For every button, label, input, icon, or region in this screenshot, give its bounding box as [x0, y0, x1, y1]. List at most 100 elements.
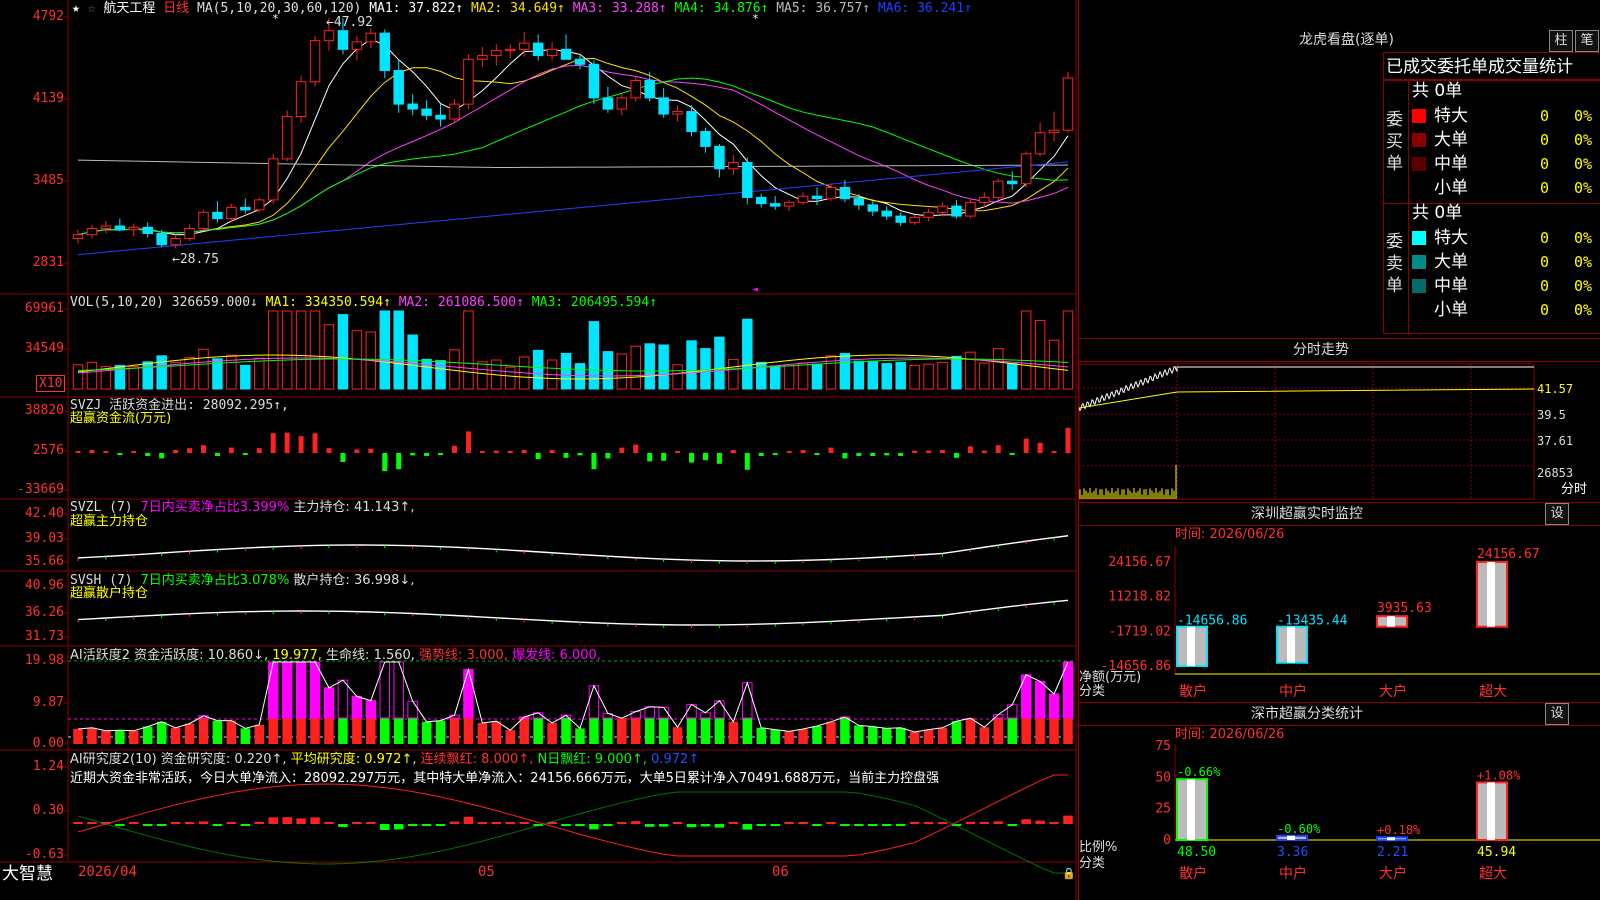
classify-y-tick: 50 — [1155, 770, 1171, 785]
y-tick-label: 19.98 — [24, 653, 64, 668]
order-percent: 0% — [1574, 131, 1593, 149]
candle-body — [100, 225, 112, 230]
activity-bar-top — [407, 700, 418, 719]
classify-delta: +0.18% — [1377, 823, 1421, 837]
y-tick-label: 34549 — [24, 341, 64, 356]
intraday-chart[interactable] — [1079, 362, 1600, 507]
y-tick-label: 31.73 — [24, 629, 64, 644]
candle-body — [769, 203, 781, 207]
activity-bar — [101, 730, 111, 744]
volume-bar — [783, 365, 795, 390]
period-label[interactable]: 日线 — [163, 1, 189, 16]
star-icon[interactable]: ★ — [72, 1, 80, 16]
research-bar — [366, 822, 376, 824]
candle-body — [365, 32, 377, 43]
activity-bar — [198, 718, 209, 744]
order-size-label: 大单 — [1434, 252, 1468, 272]
y-tick-label: 9.87 — [32, 695, 64, 710]
activity-bar — [407, 718, 418, 744]
activity-bar — [561, 718, 571, 744]
research-bar — [338, 824, 348, 827]
ai-research-note: 近期大资金非常活跃，今日大单净流入：28092.297万元，其中特大单净流入：2… — [70, 771, 940, 786]
fund-flow-bar — [591, 453, 597, 470]
research-bar — [129, 822, 139, 824]
fund-flow-bar — [605, 453, 611, 459]
candle-body — [686, 111, 697, 132]
y-tick-label: 0.00 — [32, 736, 64, 751]
activity-bar — [240, 728, 251, 744]
candle-body — [295, 81, 307, 118]
research-bar — [198, 821, 209, 824]
candle-body — [449, 103, 460, 120]
holding-main-line — [77, 535, 1069, 562]
candle-body — [226, 206, 237, 220]
activity-bar — [324, 718, 334, 744]
x-label-jun: 06 — [772, 864, 789, 880]
volume-bar — [574, 363, 586, 390]
research-bar — [812, 824, 822, 826]
research-bar — [296, 818, 306, 824]
ma60-line — [77, 159, 1069, 169]
fund-flow-bar — [800, 450, 806, 453]
research-bar — [449, 821, 460, 824]
classify-bar-highlight — [1487, 782, 1495, 840]
activity-bar — [449, 718, 460, 744]
vol-ma-value-2: MA2: 261086.500↑ — [390, 295, 524, 310]
activity-bar — [463, 718, 474, 744]
ma-values: MA1: 37.822↑ MA2: 34.649↑ MA3: 33.288↑ M… — [369, 1, 972, 16]
intraday-y-tick: 26853 — [1537, 466, 1574, 480]
fund-flow-bar — [173, 450, 179, 453]
candle-body — [435, 114, 446, 120]
activity-bar — [589, 718, 599, 744]
research-bar — [993, 821, 1004, 824]
candle-body — [867, 204, 879, 212]
research-bar — [1049, 822, 1059, 824]
fund-flow-bar — [772, 453, 778, 455]
volume-bar — [449, 349, 460, 390]
activity-bar — [756, 727, 766, 744]
candle-body — [254, 199, 265, 211]
monitor-settings-button[interactable]: 设 — [1545, 503, 1569, 525]
activity-bar — [366, 718, 376, 744]
classify-bar-highlight — [1187, 779, 1195, 840]
classify-settings-button[interactable]: 设 — [1545, 703, 1569, 725]
ma-params: MA(5,10,20,30,60,120) — [197, 1, 362, 16]
activity-bar — [644, 718, 655, 744]
activity-bar-top — [337, 679, 349, 719]
candle-body — [421, 108, 432, 116]
chart-area[interactable]: ◄ * * ★ ☆ 航天工程 日线 MA(5,10,20,30,60,120) MA… — [0, 0, 1078, 900]
volume-bar — [379, 310, 391, 390]
y-tick-label: 38820 — [24, 403, 64, 418]
classify-y-tick: 25 — [1155, 802, 1171, 817]
fund-flow-bar — [689, 453, 695, 463]
research-bar — [1063, 815, 1073, 824]
volume-bar — [407, 334, 418, 390]
activity-line — [77, 661, 1069, 733]
volume-bar — [839, 352, 851, 390]
candle-body — [909, 216, 920, 223]
classify-delta: +1.08% — [1477, 768, 1521, 782]
fund-flow-bar — [535, 453, 541, 459]
fund-flow-bar — [1051, 451, 1057, 453]
candle-body — [156, 233, 167, 246]
intraday-price-line — [1079, 365, 1534, 412]
activity-bar-top — [463, 669, 474, 719]
bar-view-button[interactable]: 柱 — [1549, 30, 1573, 52]
fund-flow-bar — [438, 453, 444, 455]
research-bar — [184, 822, 195, 824]
legend-swatch — [1412, 231, 1426, 245]
candle-body — [755, 196, 767, 205]
fund-flow-bar — [75, 451, 81, 453]
tick-view-button[interactable]: 笔 — [1575, 30, 1599, 52]
activity-bar — [840, 718, 850, 744]
classify-category: 大户 — [1379, 865, 1407, 882]
monitor-category-label: 分类 — [1079, 684, 1106, 699]
lock-icon[interactable]: 🔒 — [1062, 866, 1076, 881]
fund-flow-bar — [661, 453, 667, 461]
activity-bar — [1063, 718, 1073, 744]
star-icon[interactable]: ☆ — [88, 1, 96, 16]
research-bar — [324, 822, 334, 824]
marker: ◄ — [752, 284, 758, 295]
candle-body — [267, 158, 279, 201]
activity-bar — [603, 718, 613, 744]
